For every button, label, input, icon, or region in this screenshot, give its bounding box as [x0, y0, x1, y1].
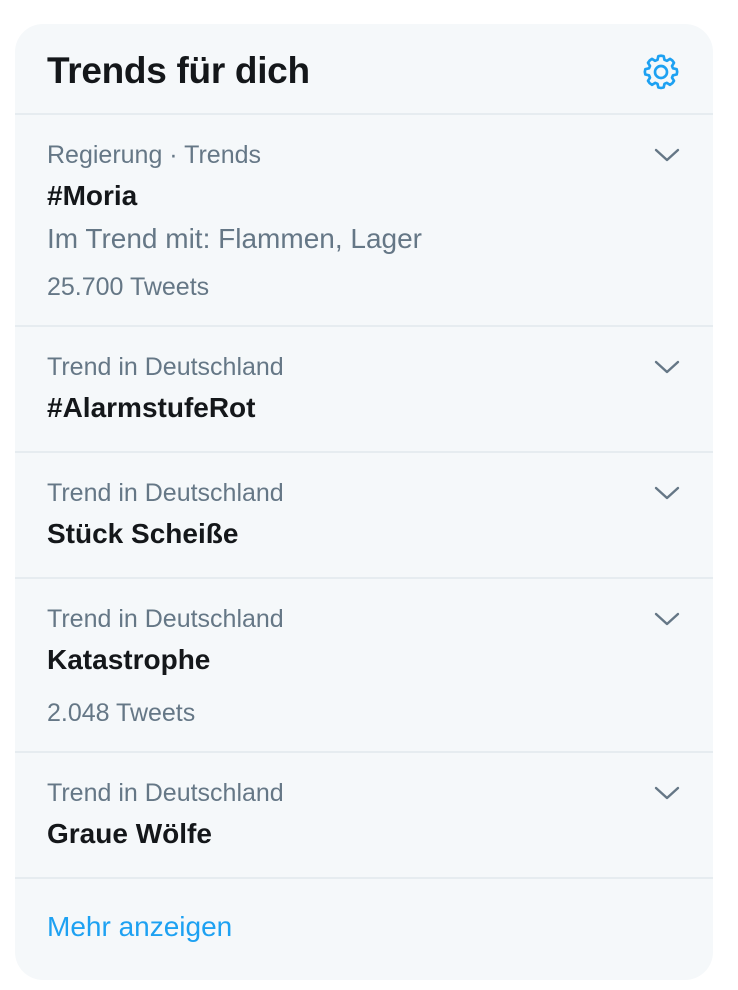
trend-name: Graue Wölfe [47, 818, 212, 849]
trends-header: Trends für dich [15, 24, 713, 115]
trend-more-button[interactable] [647, 347, 687, 387]
show-more-link[interactable]: Mehr anzeigen [47, 911, 232, 943]
trend-name: #Moria [47, 180, 138, 211]
trend-item[interactable]: Regierung · Trends #Moria Im Trend mit: … [15, 115, 713, 327]
trend-name: #AlarmstufeRot [47, 392, 256, 423]
trend-context: Trend in Deutschland [47, 353, 284, 381]
trend-related: Im Trend mit: Flammen, Lager [47, 223, 423, 254]
trend-tweet-count: 25.700 Tweets [47, 273, 210, 301]
trends-title: Trends für dich [47, 50, 310, 91]
chevron-down-icon [654, 360, 680, 374]
trend-item[interactable]: Trend in Deutschland Graue Wölfe [15, 753, 713, 879]
trend-item[interactable]: Trend in Deutschland #AlarmstufeRot [15, 327, 713, 453]
gear-icon [643, 54, 679, 90]
chevron-down-icon [654, 612, 680, 626]
trend-more-button[interactable] [647, 599, 687, 639]
trend-context: Trend in Deutschland [47, 779, 284, 807]
chevron-down-icon [654, 486, 680, 500]
trends-card: Trends für dich Regierung · Trends #Mori… [15, 24, 713, 980]
settings-button[interactable] [637, 48, 685, 96]
chevron-down-icon [654, 786, 680, 800]
trend-context: Regierung · Trends [47, 141, 262, 169]
trend-tweet-count: 2.048 Tweets [47, 699, 196, 727]
trend-item[interactable]: Trend in Deutschland Katastrophe 2.048 T… [15, 579, 713, 753]
trend-more-button[interactable] [647, 473, 687, 513]
trend-context: Trend in Deutschland [47, 605, 284, 633]
trend-more-button[interactable] [647, 135, 687, 175]
trend-item[interactable]: Trend in Deutschland Stück Scheiße [15, 453, 713, 579]
trend-more-button[interactable] [647, 773, 687, 813]
trend-name: Katastrophe [47, 644, 211, 675]
trend-name: Stück Scheiße [47, 518, 239, 549]
chevron-down-icon [654, 148, 680, 162]
trend-context: Trend in Deutschland [47, 479, 284, 507]
